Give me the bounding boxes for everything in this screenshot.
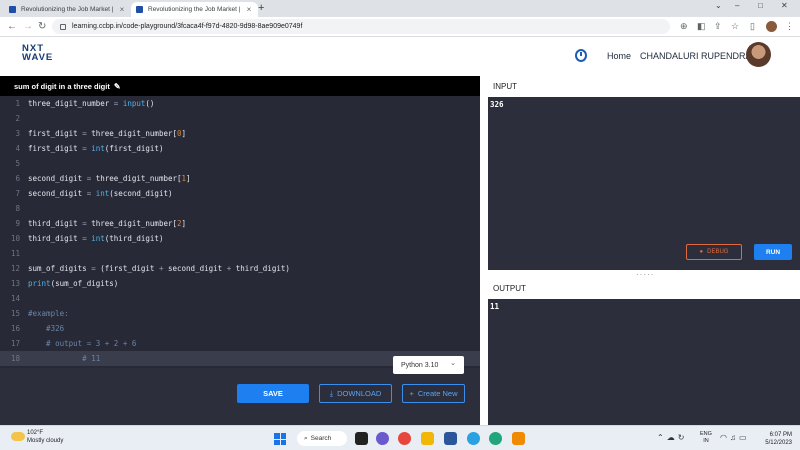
chrome-icon[interactable] xyxy=(398,432,411,445)
code-line: 11 xyxy=(10,249,20,258)
site-favicon-icon xyxy=(9,6,16,13)
site-favicon-icon xyxy=(136,6,143,13)
profile-avatar[interactable] xyxy=(766,21,777,32)
system-tray-icons[interactable]: ⌃☁↻ xyxy=(657,433,687,442)
chevron-down-icon: ⌄ xyxy=(450,360,456,367)
code-line: 16 #326 xyxy=(10,324,65,333)
language-indicator[interactable]: ENG IN xyxy=(700,431,712,445)
download-icon: ⤓ xyxy=(329,388,334,398)
clock[interactable]: 6:07 PM 5/12/2023 xyxy=(760,431,792,447)
resize-handle[interactable]: ····· xyxy=(636,270,654,279)
minimize-icon[interactable]: – xyxy=(735,1,739,10)
weather-cloud-icon[interactable] xyxy=(11,432,25,441)
weather-temperature: 102°F xyxy=(27,430,44,436)
code-line: 2 xyxy=(15,114,20,123)
debug-icon: ● xyxy=(699,249,704,255)
editor-title-bar: sum of digit in a three digit ✎ xyxy=(0,76,480,96)
install-app-icon[interactable]: ⊕ xyxy=(680,20,688,33)
code-line: 1 three_digit_number = input() xyxy=(15,99,155,108)
code-line: 6 second_digit = three_digit_number[1] xyxy=(15,174,191,183)
output-area xyxy=(488,299,800,425)
side-panel-icon[interactable]: ▯ xyxy=(750,20,755,33)
input-textarea[interactable] xyxy=(488,97,800,270)
forward-icon[interactable]: → xyxy=(23,20,33,33)
language-value: Python 3.10 xyxy=(401,361,439,369)
close-tab-icon[interactable]: × xyxy=(245,5,253,14)
code-line: 8 xyxy=(15,204,20,213)
back-icon[interactable]: ← xyxy=(7,20,17,33)
translate-icon[interactable]: ◧ xyxy=(697,20,706,33)
code-line: 12 sum_of_digits = (first_digit + second_… xyxy=(10,264,290,273)
url-field[interactable]: learning.ccbp.in/code-playground/3fcaca4… xyxy=(52,19,670,34)
output-value: 11 xyxy=(490,302,500,311)
close-window-icon[interactable]: ✕ xyxy=(781,1,788,10)
task-view-icon[interactable] xyxy=(355,432,368,445)
edge-icon[interactable] xyxy=(489,432,502,445)
file-title: sum of digit in a three digit xyxy=(14,81,110,91)
code-line: 10 third_digit = int(third_digit) xyxy=(10,234,164,243)
debug-button[interactable]: ● DEBUG xyxy=(686,244,742,260)
new-tab-button[interactable]: + xyxy=(258,2,264,15)
reload-icon[interactable]: ↻ xyxy=(38,20,46,33)
save-button[interactable]: SAVE xyxy=(237,384,309,403)
plus-icon: + xyxy=(409,389,414,398)
code-line: 7 second_digit = int(second_digit) xyxy=(15,189,173,198)
input-label: INPUT xyxy=(493,82,517,91)
browser-tab-1[interactable]: Revolutionizing the Job Market | × xyxy=(4,2,131,17)
tab-title: Revolutionizing the Job Market | xyxy=(21,6,114,13)
url-text: learning.ccbp.in/code-playground/3fcaca4… xyxy=(72,23,303,30)
code-line: 14 xyxy=(10,294,20,303)
code-line: 4 first_digit = int(first_digit) xyxy=(15,144,164,153)
edit-title-icon[interactable]: ✎ xyxy=(114,82,121,91)
app-header: NXT WAVE Home CHANDALURI RUPENDRA xyxy=(0,37,800,76)
user-avatar[interactable] xyxy=(746,42,771,67)
stopwatch-icon[interactable] xyxy=(575,49,587,62)
address-bar-row: ← → ↻ learning.ccbp.in/code-playground/3… xyxy=(0,17,800,37)
weather-description: Mostly cloudy xyxy=(27,438,64,444)
user-name[interactable]: CHANDALURI RUPENDRA xyxy=(640,51,752,61)
code-line: 9 third_digit = three_digit_number[2] xyxy=(15,219,187,228)
code-area[interactable]: 1 three_digit_number = input() 2 3 first_d… xyxy=(0,96,480,368)
tab-title: Revolutionizing the Job Market | xyxy=(148,6,241,13)
share-icon[interactable]: ⇪ xyxy=(714,20,722,33)
download-button[interactable]: ⤓ DOWNLOAD xyxy=(319,384,392,403)
taskbar: 102°F Mostly cloudy ⌕ Search ⌃☁↻ ENG IN … xyxy=(0,425,800,450)
create-new-button[interactable]: + Create New xyxy=(402,384,465,403)
tab-search-icon[interactable]: ⌄ xyxy=(715,1,722,10)
run-button[interactable]: RUN xyxy=(754,244,792,260)
code-line: 15 #example: xyxy=(10,309,69,318)
browser-menu-icon[interactable]: ⋮ xyxy=(785,20,794,33)
close-tab-icon[interactable]: × xyxy=(118,5,126,14)
windows-start-icon[interactable] xyxy=(274,433,286,445)
search-icon: ⌕ xyxy=(304,434,308,442)
maximize-icon[interactable]: □ xyxy=(758,1,763,10)
code-line: 17 # output = 3 + 2 + 6 xyxy=(10,339,137,348)
code-line: 13 print(sum_of_digits) xyxy=(10,279,119,288)
code-editor-panel: sum of digit in a three digit ✎ 1 three_d… xyxy=(0,76,480,425)
home-link[interactable]: Home xyxy=(607,51,631,61)
file-explorer-icon[interactable] xyxy=(421,432,434,445)
store-icon[interactable] xyxy=(444,432,457,445)
telegram-icon[interactable] xyxy=(467,432,480,445)
chat-icon[interactable] xyxy=(376,432,389,445)
bookmark-star-icon[interactable]: ☆ xyxy=(731,20,739,33)
lock-icon xyxy=(60,23,66,30)
language-select[interactable]: Python 3.10 ⌄ xyxy=(393,356,464,374)
code-line: 5 xyxy=(15,159,20,168)
wifi-volume-battery-icons[interactable]: ◠♫▭ xyxy=(720,433,750,442)
browser-tab-strip: Revolutionizing the Job Market | × Revol… xyxy=(0,0,800,17)
nxtwave-logo[interactable]: NXT WAVE xyxy=(22,44,53,63)
taskbar-search[interactable]: ⌕ Search xyxy=(297,431,347,446)
output-label: OUTPUT xyxy=(493,284,526,293)
input-value: 326 xyxy=(490,100,504,109)
browser-tab-2[interactable]: Revolutionizing the Job Market | × xyxy=(131,2,258,17)
vlc-icon[interactable] xyxy=(512,432,525,445)
code-line: 3 first_digit = three_digit_number[0] xyxy=(15,129,187,138)
